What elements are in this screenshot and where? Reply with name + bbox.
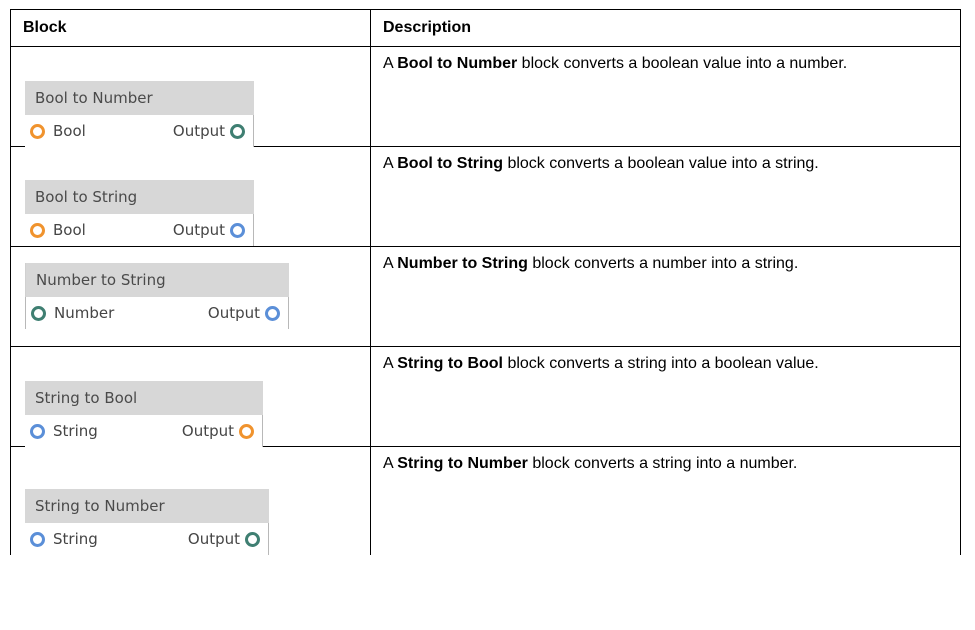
block-cell: String to Number String Output <box>10 446 371 555</box>
block-title: Bool to Number <box>25 81 254 115</box>
string-to-bool-block[interactable]: String to Bool String Output <box>25 381 263 447</box>
table-row: Bool to String Bool Output A Bool to Str… <box>10 146 961 247</box>
description-cell: A Number to String block converts a numb… <box>370 246 961 347</box>
block-title: String to Bool <box>25 381 263 415</box>
orange-circle-port-icon[interactable] <box>239 423 254 439</box>
output-port-label: Output <box>181 422 234 440</box>
description-text: A String to Bool block converts a string… <box>383 355 819 372</box>
block-name-bold: String to Number <box>397 455 528 472</box>
bool-to-number-block[interactable]: Bool to Number Bool Output <box>25 81 254 147</box>
block-title: Bool to String <box>25 180 254 214</box>
description-cell: A Bool to Number block converts a boolea… <box>370 46 961 147</box>
output-port-label: Output <box>172 221 225 239</box>
block-title: String to Number <box>25 489 269 523</box>
input-port[interactable]: Bool <box>30 121 86 141</box>
blue-circle-port-icon[interactable] <box>265 305 280 321</box>
block-ports: Bool Output <box>25 115 254 147</box>
description-cell: A String to Bool block converts a string… <box>370 346 961 447</box>
string-to-number-block[interactable]: String to Number String Output <box>25 489 269 555</box>
blue-circle-port-icon[interactable] <box>30 531 45 547</box>
number-to-string-block[interactable]: Number to String Number Output <box>25 263 289 329</box>
description-text: A Number to String block converts a numb… <box>383 255 799 272</box>
orange-circle-port-icon[interactable] <box>30 123 45 139</box>
block-ports: String Output <box>25 523 269 555</box>
input-port-label: String <box>53 530 98 548</box>
output-port[interactable]: Output <box>182 421 254 441</box>
blue-circle-port-icon[interactable] <box>30 423 45 439</box>
table-header-row: Block Description <box>10 9 961 47</box>
block-title: Number to String <box>25 263 289 297</box>
block-cell: Number to String Number Output <box>10 246 371 347</box>
input-port[interactable]: String <box>30 529 98 549</box>
input-port[interactable]: String <box>30 421 98 441</box>
description-text: A String to Number block converts a stri… <box>383 455 798 472</box>
input-port-label: String <box>53 422 98 440</box>
output-port-label: Output <box>187 530 240 548</box>
table-row: String to Number String Output A String … <box>10 446 961 555</box>
block-ports: Number Output <box>25 297 289 329</box>
bool-to-string-block[interactable]: Bool to String Bool Output <box>25 180 254 246</box>
block-name-bold: Bool to String <box>397 155 503 172</box>
table-row: String to Bool String Output A String to… <box>10 346 961 447</box>
block-cell: Bool to String Bool Output <box>10 146 371 247</box>
input-port-label: Bool <box>53 122 86 140</box>
description-column-header: Description <box>370 9 961 47</box>
teal-circle-port-icon[interactable] <box>230 123 245 139</box>
blue-circle-port-icon[interactable] <box>230 222 245 238</box>
output-port-label: Output <box>172 122 225 140</box>
output-port-label: Output <box>207 304 260 322</box>
output-port[interactable]: Output <box>173 121 245 141</box>
block-name-bold: Number to String <box>397 255 528 272</box>
description-cell: A Bool to String block converts a boolea… <box>370 146 961 247</box>
description-text: A Bool to Number block converts a boolea… <box>383 55 848 72</box>
table-row: Number to String Number Output A Number … <box>10 246 961 347</box>
table-row: Bool to Number Bool Output A Bool to Num… <box>10 46 961 147</box>
input-port[interactable]: Bool <box>30 220 86 240</box>
block-name-bold: String to Bool <box>397 355 503 372</box>
teal-circle-port-icon[interactable] <box>31 305 46 321</box>
input-port-label: Number <box>54 304 115 322</box>
block-column-header: Block <box>10 9 371 47</box>
teal-circle-port-icon[interactable] <box>245 531 260 547</box>
block-ports: Bool Output <box>25 214 254 246</box>
output-port[interactable]: Output <box>173 220 245 240</box>
input-port-label: Bool <box>53 221 86 239</box>
input-port[interactable]: Number <box>31 303 114 323</box>
output-port[interactable]: Output <box>208 303 280 323</box>
block-ports: String Output <box>25 415 263 447</box>
description-cell: A String to Number block converts a stri… <box>370 446 961 555</box>
conversion-blocks-table: Block Description Bool to Number Bool Ou… <box>10 9 961 555</box>
description-text: A Bool to String block converts a boolea… <box>383 155 819 172</box>
block-cell: String to Bool String Output <box>10 346 371 447</box>
block-cell: Bool to Number Bool Output <box>10 46 371 147</box>
block-name-bold: Bool to Number <box>397 55 518 72</box>
orange-circle-port-icon[interactable] <box>30 222 45 238</box>
output-port[interactable]: Output <box>188 529 260 549</box>
